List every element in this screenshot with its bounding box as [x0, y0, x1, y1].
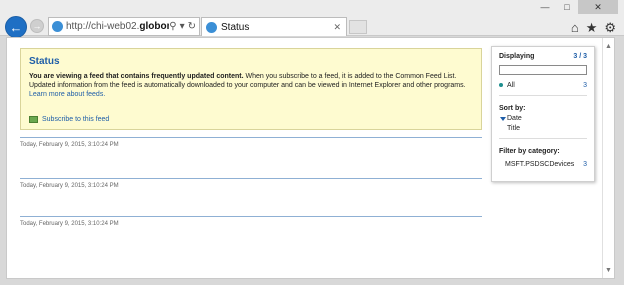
forward-arrow-icon: → — [32, 21, 42, 31]
feed-status-bold: You are viewing a feed that contains fre… — [29, 73, 244, 80]
sort-by-label: Sort by: — [499, 105, 526, 112]
forward-button[interactable]: → — [30, 19, 44, 33]
category-count: 3 — [583, 161, 587, 168]
feed-entry: Today, February 9, 2015, 3:10:24 PM — [20, 137, 482, 148]
entry-divider — [20, 137, 482, 138]
address-url[interactable]: http://chi-web02.globom — [66, 21, 169, 32]
filter-by-category-label: Filter by category: — [499, 148, 560, 155]
dropdown-icon[interactable]: ▾ — [180, 21, 185, 32]
new-tab-button[interactable] — [349, 20, 367, 34]
entry-date: Today, February 9, 2015, 3:10:24 PM — [20, 183, 119, 189]
url-prefix: http://chi-web02. — [66, 21, 140, 32]
feed-status-text-2: Updated information from the feed is aut… — [29, 82, 466, 89]
entry-divider — [20, 178, 482, 179]
window-controls: — □ ✕ — [534, 0, 618, 14]
entry-divider — [20, 216, 482, 217]
category-item[interactable]: MSFT.PSDSCDevices 3 — [499, 161, 587, 168]
displaying-count: 3 / 3 — [573, 53, 587, 60]
sort-by-title[interactable]: Title — [499, 125, 587, 132]
close-window-button[interactable]: ✕ — [578, 0, 618, 14]
entry-date: Today, February 9, 2015, 3:10:24 PM — [20, 221, 119, 227]
tab-favicon-icon — [206, 21, 217, 33]
selected-dot-icon — [499, 83, 503, 87]
refresh-icon[interactable]: ↻ — [188, 21, 196, 32]
filter-all-item[interactable]: All 3 — [499, 82, 587, 89]
category-name: MSFT.PSDSCDevices — [505, 161, 575, 168]
back-arrow-icon: ← — [9, 19, 23, 35]
all-label: All — [507, 82, 515, 89]
sidebar-divider — [499, 95, 587, 96]
feed-status-text: You are viewing a feed that contains fre… — [29, 72, 473, 99]
page-content: Status You are viewing a feed that conta… — [6, 37, 615, 279]
tab-close-icon[interactable]: ✕ — [333, 22, 341, 33]
feed-status-title: Status — [29, 56, 60, 67]
tab-title: Status — [221, 21, 250, 33]
displaying-label: Displaying — [499, 53, 535, 60]
feed-entry: Today, February 9, 2015, 3:10:24 PM — [20, 216, 482, 227]
maximize-button[interactable]: □ — [556, 0, 578, 14]
feed-sidebar: Displaying 3 / 3 All 3 Sort by: Date Tit… — [491, 46, 595, 182]
entry-date: Today, February 9, 2015, 3:10:24 PM — [20, 142, 119, 148]
search-icon[interactable]: ⚲ — [169, 21, 176, 32]
address-bar[interactable]: http://chi-web02.globom ⚲ ▾ ↻ — [48, 17, 200, 36]
site-favicon-icon — [52, 21, 63, 32]
subscribe-label: Subscribe to this feed — [42, 116, 110, 123]
scroll-down-icon[interactable]: ▼ — [603, 264, 614, 276]
subscribe-feed-icon — [29, 116, 38, 123]
settings-gear-icon[interactable]: ⚙ — [604, 20, 616, 36]
feed-status-box: Status You are viewing a feed that conta… — [20, 48, 482, 130]
learn-more-link[interactable]: Learn more about feeds. — [29, 90, 473, 99]
subscribe-link[interactable]: Subscribe to this feed — [29, 116, 109, 123]
sort-by-date[interactable]: Date — [499, 115, 587, 122]
browser-tools: ⌂ ★ ⚙ — [571, 20, 616, 36]
feed-filter-input[interactable] — [499, 65, 587, 75]
favorites-icon[interactable]: ★ — [586, 20, 598, 36]
feed-entry: Today, February 9, 2015, 3:10:24 PM — [20, 178, 482, 189]
scroll-up-icon[interactable]: ▲ — [603, 40, 614, 52]
browser-titlebar: — □ ✕ ← → http://chi-web02.globom ⚲ ▾ ↻ … — [0, 0, 624, 38]
feed-status-text-1: When you subscribe to a feed, it is adde… — [243, 73, 457, 80]
tab-status[interactable]: Status ✕ — [201, 17, 347, 36]
home-icon[interactable]: ⌂ — [571, 20, 579, 36]
all-count: 3 — [583, 82, 587, 89]
url-domain: globom — [139, 21, 169, 32]
sidebar-divider — [499, 138, 587, 139]
minimize-button[interactable]: — — [534, 0, 556, 14]
vertical-scrollbar[interactable]: ▲ ▼ — [602, 38, 614, 278]
back-button[interactable]: ← — [5, 16, 27, 38]
